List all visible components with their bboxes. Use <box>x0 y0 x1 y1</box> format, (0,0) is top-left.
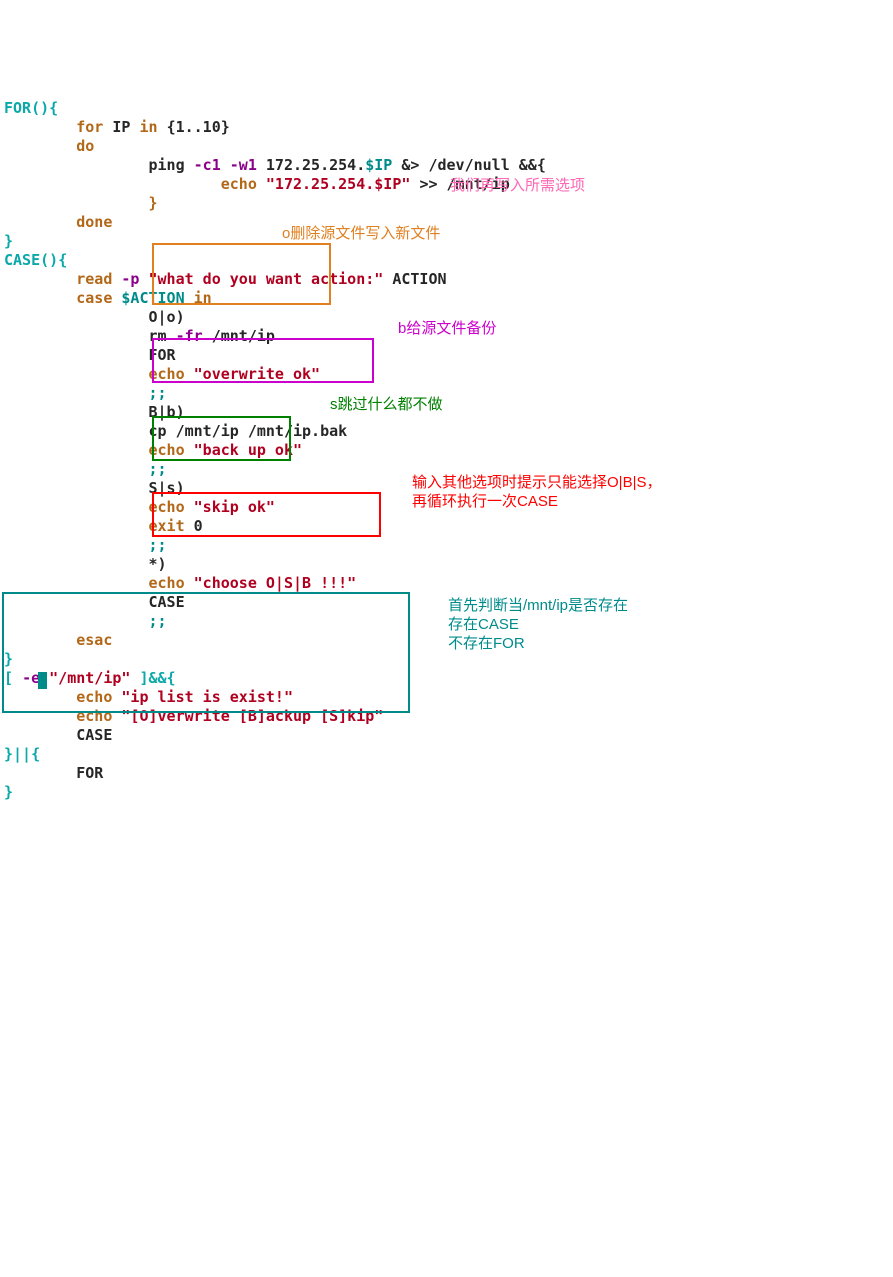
case-star: *) <box>149 555 167 573</box>
ping-opts: -c1 -w1 <box>194 156 257 174</box>
kw-echo-1: echo <box>221 175 257 193</box>
ann-star2: 再循环执行一次CASE <box>412 492 558 511</box>
box-default <box>152 492 381 537</box>
brace-open-2: { <box>58 251 67 269</box>
ann-intro: 我们再写入所需选项 <box>450 176 585 195</box>
ann-b: b给源文件备份 <box>398 319 496 338</box>
brace-close-inner: } <box>149 194 158 212</box>
redir-null: &> /dev/null &&{ <box>401 156 546 174</box>
func-case: CASE() <box>4 251 58 269</box>
kw-echo-5: echo <box>149 574 185 592</box>
ann-star1: 输入其他选项时提示只能选择O|B|S， <box>412 473 661 492</box>
brace-close-3: } <box>4 783 13 801</box>
var-ip-decl: IP <box>112 118 130 136</box>
dsemi-1: ;; <box>149 384 167 402</box>
box-overwrite <box>152 243 331 305</box>
host-prefix: 172.25.254. <box>266 156 365 174</box>
kw-in: in <box>139 118 157 136</box>
or-branch: }||{ <box>4 745 40 763</box>
var-action: ACTION <box>392 270 446 288</box>
text-cursor <box>38 672 47 689</box>
call-case-2: CASE <box>76 726 112 744</box>
ann-o: o删除源文件写入新文件 <box>282 224 440 243</box>
box-main <box>2 592 410 713</box>
box-backup <box>152 338 374 383</box>
str-choose: "choose O|S|B !!!" <box>194 574 357 592</box>
box-skip <box>152 416 291 461</box>
range: {1..10} <box>167 118 230 136</box>
ann-s: s跳过什么都不做 <box>330 395 443 414</box>
ann-bot1: 首先判断当/mnt/ip是否存在 <box>448 596 628 615</box>
func-for: FOR() <box>4 99 49 117</box>
dsemi-2: ;; <box>149 460 167 478</box>
var-ip: $IP <box>365 156 392 174</box>
kw-done: done <box>76 213 112 231</box>
str-ip: "172.25.254.$IP" <box>266 175 411 193</box>
call-for-2: FOR <box>76 764 103 782</box>
brace-close-1: } <box>4 232 13 250</box>
kw-do: do <box>76 137 94 155</box>
opt-p: -p <box>121 270 139 288</box>
cmd-ping: ping <box>149 156 185 174</box>
kw-for: for <box>76 118 103 136</box>
case-o: O|o) <box>149 308 185 326</box>
dsemi-3: ;; <box>149 536 167 554</box>
kw-case: case <box>76 289 112 307</box>
kw-read: read <box>76 270 112 288</box>
ann-bot2: 存在CASE <box>448 615 519 634</box>
brace-open-1: { <box>49 99 58 117</box>
ann-bot3: 不存在FOR <box>448 634 525 653</box>
